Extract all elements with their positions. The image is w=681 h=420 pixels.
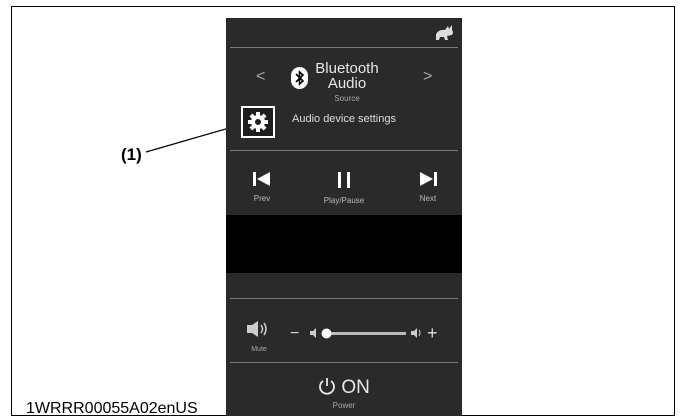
play-pause-label: Play/Pause bbox=[323, 196, 365, 205]
power-label: Power bbox=[332, 401, 356, 410]
volume-track bbox=[322, 332, 406, 335]
next-button[interactable]: Next bbox=[398, 172, 458, 203]
power-button[interactable]: ON Power bbox=[286, 377, 402, 410]
volume-high-icon bbox=[411, 328, 421, 338]
source-subtitle: Source bbox=[334, 94, 360, 103]
divider bbox=[230, 150, 458, 151]
power-state: ON bbox=[341, 377, 370, 398]
volume-low-icon bbox=[310, 328, 316, 338]
play-pause-button[interactable]: Play/Pause bbox=[314, 172, 374, 205]
prev-button[interactable]: Prev bbox=[232, 172, 292, 203]
phone-screen: < Bluetooth Audio Source > Audio device … bbox=[226, 18, 462, 416]
divider bbox=[230, 298, 458, 299]
audio-settings-label: Audio device settings bbox=[292, 113, 396, 125]
source-title: Bluetooth Audio bbox=[315, 60, 379, 92]
audio-settings-button[interactable] bbox=[241, 106, 275, 138]
speaker-icon bbox=[247, 321, 267, 337]
gear-icon bbox=[248, 112, 268, 132]
mute-button[interactable]: Mute bbox=[239, 321, 279, 353]
chevron-left-icon[interactable]: < bbox=[256, 68, 265, 86]
prev-label: Prev bbox=[253, 194, 271, 203]
skip-next-icon bbox=[420, 172, 437, 186]
skip-previous-icon bbox=[253, 172, 270, 186]
display-panel bbox=[226, 215, 462, 273]
next-label: Next bbox=[419, 194, 437, 203]
volume-slider[interactable]: − + bbox=[290, 323, 442, 343]
volume-minus-button: − bbox=[290, 325, 299, 342]
callout-label: (1) bbox=[121, 145, 142, 164]
bluetooth-icon bbox=[291, 67, 308, 89]
volume-plus-button: + bbox=[427, 323, 438, 343]
chevron-right-icon[interactable]: > bbox=[423, 68, 432, 86]
pause-icon bbox=[338, 172, 350, 188]
power-icon bbox=[319, 378, 335, 395]
rabbit-icon bbox=[436, 25, 453, 40]
volume-knob bbox=[321, 328, 332, 339]
divider bbox=[230, 47, 458, 48]
document-id: 1WRRR00055A02enUS bbox=[26, 400, 198, 417]
divider bbox=[230, 362, 458, 363]
mute-label: Mute bbox=[251, 346, 267, 353]
